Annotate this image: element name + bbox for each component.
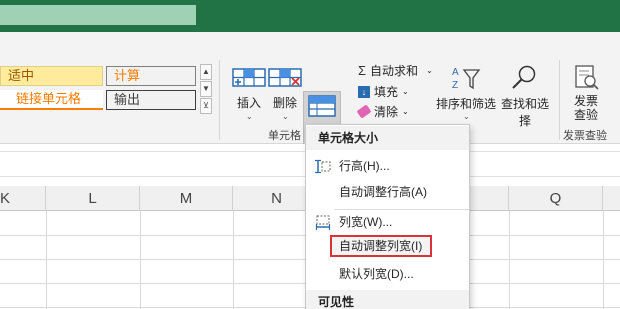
menu-item-default-width[interactable]: 默认列宽(D)... bbox=[306, 262, 469, 287]
ribbon-separator bbox=[559, 60, 560, 140]
gallery-more-button[interactable]: ⊻ bbox=[200, 98, 212, 114]
delete-label: 删除 bbox=[272, 96, 297, 110]
fill-label: 填充 bbox=[374, 85, 399, 99]
gallery-up-button[interactable]: ▲ bbox=[200, 64, 212, 80]
gallery-down-button[interactable]: ▼ bbox=[200, 81, 212, 97]
format-dropdown-menu: 单元格大小 行高(H)... 自动调整行高(A) 列宽(W)... 自动调整列宽… bbox=[305, 124, 470, 309]
chevron-down-icon: ⌄ bbox=[282, 112, 289, 121]
grid-col-line bbox=[509, 211, 510, 309]
column-header-l[interactable]: L bbox=[46, 186, 140, 211]
sort-filter-label: 排序和筛选 bbox=[435, 97, 496, 111]
eraser-icon bbox=[356, 104, 372, 119]
delete-cells-icon bbox=[268, 68, 302, 87]
invoice-check-label: 发票 查验 bbox=[573, 94, 598, 122]
menu-item-autofit-column-width[interactable]: 自动调整列宽(I) bbox=[306, 234, 469, 259]
column-header-k[interactable]: K bbox=[0, 186, 46, 211]
svg-text:Z: Z bbox=[452, 80, 458, 91]
clear-label: 清除 bbox=[374, 105, 399, 119]
style-neutral[interactable]: 适中 bbox=[0, 66, 103, 86]
style-output[interactable]: 输出 bbox=[106, 90, 196, 110]
ribbon-separator bbox=[219, 60, 220, 140]
grid-col-line bbox=[140, 211, 141, 309]
chevron-down-icon: ⌄ bbox=[402, 87, 409, 96]
magnifier-icon bbox=[512, 65, 536, 89]
menu-item-row-height[interactable]: 行高(H)... bbox=[306, 154, 469, 179]
cells-group-label: 单元格 bbox=[268, 130, 301, 142]
insert-label: 插入 bbox=[236, 96, 261, 110]
autofit-column-width-label: 自动调整列宽(I) bbox=[339, 239, 423, 253]
menu-item-autofit-row-height[interactable]: 自动调整行高(A) bbox=[306, 180, 469, 205]
chevron-down-icon: ⌄ bbox=[463, 112, 470, 121]
sigma-icon: Σ bbox=[358, 63, 367, 78]
chevron-down-icon: ⌄ bbox=[521, 112, 528, 121]
default-width-label: 默认列宽(D)... bbox=[339, 267, 414, 281]
grid-col-line bbox=[233, 211, 234, 309]
row-height-label: 行高(H)... bbox=[339, 159, 390, 173]
format-cells-icon bbox=[308, 95, 336, 117]
search-box[interactable] bbox=[0, 5, 196, 25]
fill-button[interactable]: ↓ 填充 ⌄ bbox=[358, 83, 409, 100]
grid-col-line bbox=[603, 211, 604, 309]
sort-filter-icon: A Z bbox=[452, 67, 481, 91]
invoice-check-button[interactable]: 发票 查验 bbox=[566, 62, 606, 124]
title-bar bbox=[0, 0, 620, 32]
menu-section-cell-size: 单元格大小 bbox=[306, 126, 469, 150]
find-select-button[interactable]: 查找和选择 ⌄ bbox=[496, 62, 554, 148]
menu-section-visibility: 可见性 bbox=[306, 290, 469, 309]
grid-col-line bbox=[46, 211, 47, 309]
chevron-down-icon: ⌄ bbox=[246, 112, 253, 121]
autofit-row-height-label: 自动调整行高(A) bbox=[339, 185, 427, 199]
row-height-icon bbox=[315, 159, 331, 174]
insert-button[interactable]: 插入 ⌄ bbox=[230, 62, 268, 148]
chevron-down-icon: ⌄ bbox=[402, 107, 409, 116]
autosum-label: 自动求和 bbox=[370, 64, 419, 78]
style-calculation[interactable]: 计算 bbox=[106, 66, 196, 86]
style-linked-cell[interactable]: 链接单元格 bbox=[0, 90, 103, 110]
fill-down-icon: ↓ bbox=[358, 85, 370, 98]
autosum-button[interactable]: Σ 自动求和 ⌄ bbox=[358, 62, 433, 79]
menu-item-column-width[interactable]: 列宽(W)... bbox=[306, 210, 469, 235]
svg-text:A: A bbox=[452, 67, 459, 78]
clear-button[interactable]: 清除 ⌄ bbox=[356, 103, 409, 120]
column-width-label: 列宽(W)... bbox=[339, 215, 393, 229]
insert-cells-icon bbox=[232, 68, 266, 87]
invoice-group-label: 发票查验 bbox=[563, 130, 607, 142]
invoice-icon bbox=[575, 65, 599, 90]
column-header-m[interactable]: M bbox=[140, 186, 233, 211]
column-header-q[interactable]: Q bbox=[509, 186, 603, 211]
column-width-icon bbox=[315, 215, 331, 230]
chevron-down-icon: ⌄ bbox=[426, 66, 433, 75]
